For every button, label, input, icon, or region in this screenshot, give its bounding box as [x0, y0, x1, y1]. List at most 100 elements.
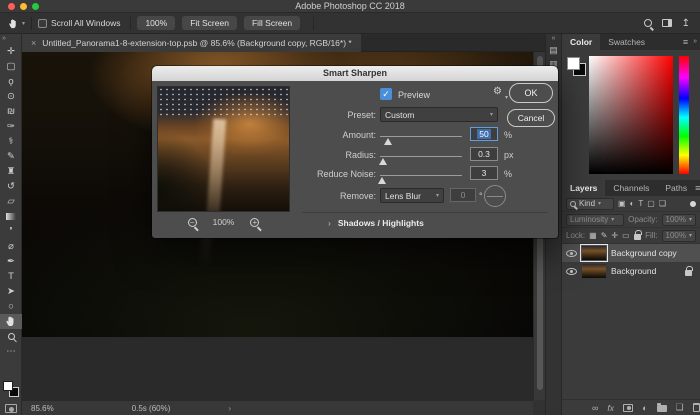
shadows-highlights-section[interactable]: ›Shadows / Highlights [328, 218, 424, 228]
search-icon[interactable] [644, 19, 652, 27]
lock-all-icon[interactable] [634, 234, 641, 240]
radius-input[interactable]: 0.3 [470, 147, 498, 161]
scroll-all-windows-checkbox[interactable] [38, 19, 47, 28]
layer-row-background[interactable]: Background [562, 262, 700, 280]
new-group-icon[interactable] [657, 405, 667, 412]
amount-input[interactable]: 50 [470, 127, 498, 141]
reduce-noise-slider[interactable] [380, 175, 462, 176]
layer-row-background-copy[interactable]: Background copy [562, 244, 700, 262]
filter-smart-objects-icon[interactable]: ❏ [659, 199, 666, 208]
collapse-dock-icon[interactable]: » [693, 34, 700, 50]
tool-lasso[interactable]: ϙ [0, 74, 22, 89]
expand-dock-icon[interactable]: « [546, 34, 561, 43]
tool-path-selection[interactable]: ➤ [0, 284, 22, 299]
filter-toggle[interactable] [690, 201, 696, 207]
panel-menu-icon[interactable]: ≡ [695, 180, 700, 196]
new-adjustment-layer-icon[interactable]: ◐ [642, 403, 647, 413]
cancel-button[interactable]: Cancel [507, 109, 555, 127]
filter-pixel-layers-icon[interactable]: ▣ [618, 199, 626, 208]
status-options-chevron-icon[interactable]: › [228, 404, 231, 413]
layer-thumbnail[interactable] [582, 246, 606, 260]
toolbar-expand-icon[interactable]: » [0, 34, 21, 44]
status-zoom-level[interactable]: 85.6% [31, 404, 54, 413]
tool-type[interactable]: T [0, 269, 22, 284]
close-tab-icon[interactable]: × [31, 38, 36, 48]
new-layer-icon[interactable]: ❏ [676, 402, 684, 413]
sharpen-preview-image[interactable] [157, 86, 290, 212]
add-layer-mask-icon[interactable] [623, 404, 633, 412]
fit-screen-button[interactable]: Fit Screen [182, 16, 237, 30]
tool-hand[interactable] [0, 314, 22, 329]
tab-channels[interactable]: Channels [605, 180, 657, 196]
radius-slider[interactable] [380, 156, 462, 157]
document-tab[interactable]: × Untitled_Panorama1-8-extension-top.psb… [22, 34, 361, 52]
lock-position-icon[interactable]: ✛ [611, 231, 618, 240]
tool-blur[interactable]: ❜ [0, 224, 22, 239]
dialog-title[interactable]: Smart Sharpen [152, 66, 558, 81]
layer-thumbnail[interactable] [582, 264, 606, 278]
tool-move[interactable]: ✛ [0, 44, 22, 59]
lock-artboard-icon[interactable]: ▭ [622, 231, 630, 240]
layer-visibility-eye-icon[interactable] [566, 268, 577, 275]
tool-pen[interactable]: ✒ [0, 254, 22, 269]
layer-name[interactable]: Background [611, 266, 656, 276]
zoom-in-icon[interactable]: + [250, 218, 259, 227]
layer-visibility-eye-icon[interactable] [566, 250, 577, 257]
tool-history-brush[interactable]: ↺ [0, 179, 22, 194]
tab-swatches[interactable]: Swatches [600, 34, 653, 50]
remove-dropdown[interactable]: Lens Blur▾ [380, 188, 444, 203]
panel-menu-icon[interactable]: ≡ [683, 34, 693, 50]
fill-screen-button[interactable]: Fill Screen [244, 16, 300, 30]
tool-preset-chevron-icon[interactable]: ▾ [22, 20, 25, 27]
layer-name[interactable]: Background copy [611, 248, 677, 258]
layer-style-fx-icon[interactable]: fx [607, 403, 614, 413]
tool-object-selection[interactable]: ⊙ [0, 89, 22, 104]
foreground-color-swatch[interactable] [3, 381, 13, 391]
zoom-100-button[interactable]: 100% [137, 16, 175, 30]
preset-dropdown[interactable]: Custom▾ [380, 107, 498, 122]
tool-gradient[interactable] [0, 209, 22, 224]
opacity-dropdown[interactable]: 100% ▾ [662, 214, 696, 226]
tool-rectangular-marquee[interactable]: ▢ [0, 59, 22, 74]
tool-edit-toolbar[interactable]: ⋯ [0, 344, 22, 359]
tool-zoom[interactable] [0, 329, 22, 344]
amount-slider[interactable] [380, 136, 462, 137]
tool-dodge[interactable]: ⌀ [0, 239, 22, 254]
tool-eyedropper[interactable]: ✑ [0, 119, 22, 134]
reduce-noise-slider-thumb[interactable] [378, 177, 386, 184]
hue-slider[interactable] [679, 56, 689, 174]
preview-zoom-level[interactable]: 100% [213, 217, 235, 227]
link-layers-icon[interactable]: ∞ [592, 403, 598, 413]
tool-brush[interactable]: ✎ [0, 149, 22, 164]
tab-layers[interactable]: Layers [562, 180, 605, 196]
fill-dropdown[interactable]: 100% ▾ [662, 230, 696, 242]
filter-kind-dropdown[interactable]: Kind ▾ [566, 198, 614, 210]
blend-mode-dropdown[interactable]: Luminosity ▾ [566, 214, 624, 226]
tool-crop[interactable]: ₪ [0, 104, 22, 119]
tool-ellipse[interactable]: ○ [0, 299, 22, 314]
hand-tool-icon[interactable] [8, 17, 19, 28]
quick-mask-button[interactable] [5, 404, 17, 413]
radius-slider-thumb[interactable] [379, 158, 387, 165]
tool-clone-stamp[interactable]: ♜ [0, 164, 22, 179]
gear-icon[interactable]: ⚙ [493, 86, 502, 97]
workspace-icon[interactable] [662, 19, 672, 27]
properties-panel-icon[interactable]: ▤ [546, 43, 561, 57]
delete-layer-icon[interactable] [693, 403, 700, 412]
ok-button[interactable]: OK [509, 83, 553, 103]
filter-adjustment-layers-icon[interactable]: ◐ [630, 199, 635, 208]
tool-eraser[interactable]: ▱ [0, 194, 22, 209]
tab-color[interactable]: Color [562, 34, 600, 50]
zoom-out-icon[interactable]: − [188, 218, 197, 227]
reduce-noise-input[interactable]: 3 [470, 166, 498, 180]
lock-transparency-icon[interactable]: ▦ [589, 231, 597, 240]
foreground-color-swatch[interactable] [567, 57, 580, 70]
filter-shape-layers-icon[interactable]: ▢ [647, 199, 655, 208]
preview-checkbox[interactable]: ✓ [380, 88, 392, 100]
lock-paint-icon[interactable]: ✎ [601, 231, 608, 240]
share-icon[interactable]: ↥ [682, 18, 690, 29]
amount-slider-thumb[interactable] [384, 138, 392, 145]
saturation-brightness-picker[interactable] [589, 56, 673, 174]
tab-paths[interactable]: Paths [657, 180, 695, 196]
filter-type-layers-icon[interactable]: T [638, 199, 643, 208]
